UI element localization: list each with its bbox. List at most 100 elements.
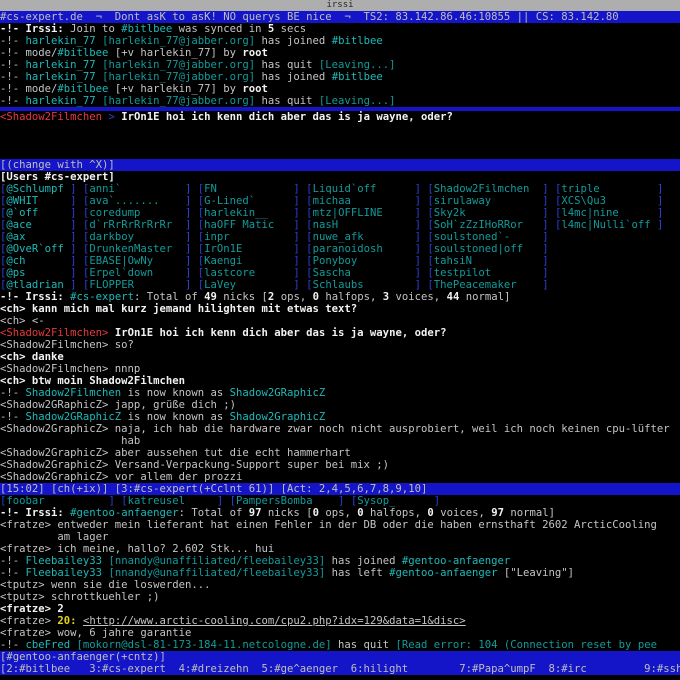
bracket: ] [650,219,664,231]
text: has quit [338,639,396,651]
prefix: -!- [0,95,26,107]
bracket: ] [ [178,267,205,279]
blank [0,135,680,147]
nick-entry: Kaengi [204,255,288,267]
prefix: -!- mode/ [0,83,58,95]
nick-entry: Sysop_ [357,495,396,507]
nick: Shadow2Filmchen [25,387,122,399]
names-row: [@`off ] [coredump ] [harlekin__ ] [mtz|… [0,207,680,219]
channel: #gentoo-anfaenger [389,567,498,579]
prefix: -!- [0,35,26,47]
message: <tputz> schrottkuehler ;) [0,591,160,603]
message-line: <ch> danke [0,351,680,363]
nick-entry: IrOn1E [204,243,288,255]
prefix: -!- [0,59,26,71]
message: am lager [0,531,109,543]
channel: #bitlbee [331,35,383,47]
bracket: ] [ [287,207,313,219]
nick-entry: FLOPPER [89,279,179,291]
bracket: ] [535,255,549,267]
bracket: ] [ [535,183,562,195]
nick-entry: ThePeacemaker [433,279,536,291]
message: <ch> kann mich mal kurz jemand hilighten… [0,303,358,315]
nick: Fleebailey33 [25,555,103,567]
total-part: normal] [503,507,556,519]
message-line: <Shadow2Filmchen> so? [0,339,680,351]
url-link[interactable]: <http://www.arctic-cooling.com/cpu2.php?… [83,615,466,627]
bracket: ] [ [108,495,128,507]
total-part: 49 [204,291,217,303]
bracket: ] [535,267,549,279]
hilight: 20: [57,615,77,627]
pane-header-text: [(change with ^X)] [0,159,115,171]
prefix: -!- [0,71,26,83]
bracket: ] [ [408,267,434,279]
pad [45,495,109,507]
message-line: <Shadow2GraphicZ> aber aussehen tut die … [0,447,680,459]
pad [313,495,339,507]
total-part: halfops, [318,291,383,303]
message-line: <ch> kann mich mal kurz jemand hilighten… [0,303,680,315]
text: : [133,291,147,303]
host: [mokorn@dsl-81-173-184-11.netcologne.de] [70,639,339,651]
reason: ["Leaving"] [497,567,575,579]
status-bar: [15:02] [ch(+ix)] [3:#cs-expert(+Cclnt 6… [0,483,680,495]
nick: harlekin_77 [25,59,96,71]
nick-entry: inpr [204,231,288,243]
text: was synced in [172,23,268,35]
nick-entry: Ponyboy [312,255,409,267]
bracket: ] [ [178,183,205,195]
input-prompt-bar[interactable]: [#gentoo-anfaenger(+cntz)] [0,651,680,663]
bracket: ] [ [63,243,90,255]
message: IrOn1E hoi ich kenn dich aber das is ja … [114,327,447,339]
bracket: ] [ [287,219,313,231]
names-row: [@Schlumpf ] [anni` ] [FN ] [Liquid`off … [0,183,680,195]
reason: [Read error: 104 (Connection reset by pe… [395,639,657,651]
message-line: <Shadow2Filmchen> IrOn1E hoi ich kenn di… [0,327,680,339]
text: [+v harlekin_77] by [108,83,243,95]
bracket: ] [ [63,267,90,279]
total-part: nicks [ [261,507,313,519]
nick-entry: soulstoned|off [433,243,536,255]
nick-entry: DrunkenMaster [89,243,179,255]
terminal-screen: #cs-expert.de ¬ Dont asK to asK! NO quer… [0,11,680,680]
nick-entry: l4mc|Nulli`off [561,219,651,231]
channel: #bitlbee [121,23,173,35]
bracket: ] [ [178,243,205,255]
nick-entry: sirulaway [433,195,536,207]
message: <ch> <- [0,315,45,327]
nick: root [242,83,268,95]
nick-entry: testpilot [433,267,536,279]
topic-bar: #cs-expert.de ¬ Dont asK to asK! NO quer… [0,11,680,23]
nick-entry: Erpel`down [89,267,179,279]
message: hab [0,435,141,447]
message-line: <tputz> wenn sie die loswerden... [0,579,680,591]
nick-entry: Shadow2Filmchen [433,183,536,195]
bracket: ] [ [408,255,434,267]
log-line: -!- Fleebailey33 [nnandy@unaffiliated/fl… [0,555,680,567]
total-part: -!- Irssi: [0,507,71,519]
total-part: -!- Irssi: [0,291,71,303]
bracket: ] [ [535,207,562,219]
total-line: -!- Irssi: #cs-expert: Total of 49 nicks… [0,291,680,303]
names-row: [@ps ] [Erpel`down ] [lastcore ] [Sascha… [0,267,680,279]
names-row: [@ace ] [d`rRrRrRrRrRr ] [haOFF Matic ] … [0,219,680,231]
bracket: ] [ [178,219,205,231]
bracket: ] [ [63,231,90,243]
host: [harlekin_77@jabber.org] [95,95,262,107]
total-part: #cs-expert [70,291,134,303]
reason: [Leaving...] [318,59,396,71]
names-row: [@WHIT ] [ava`....... ] [G-Lined` ] [mic… [0,195,680,207]
bracket: ] [ [287,243,313,255]
nick-entry: PampersBomba [236,495,313,507]
bracket: ] [650,183,664,195]
bracket: ] [ [408,243,434,255]
window-list-bar[interactable]: [2:#bitlbee 3:#cs-expert 4:#dreizehn 5:#… [0,663,680,675]
message-line: <fratze> 2 [0,603,680,615]
total-part: 44 [446,291,460,303]
prefix: -!- [0,411,26,423]
nick-entry: @ch [6,255,64,267]
prefix: -!- [0,555,26,567]
bracket: ] [ [287,255,313,267]
names-row: [@ax ] [darkboy ] [inpr ] [nuwe_afk ] [s… [0,231,680,243]
